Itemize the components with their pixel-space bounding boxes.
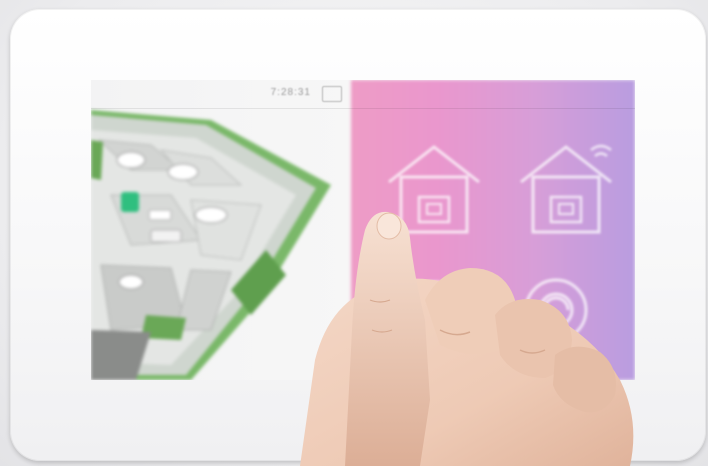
floorplan-3d-view: [91, 110, 331, 380]
home-wifi-icon[interactable]: [511, 132, 621, 242]
touch-screen[interactable]: 7:28:31: [91, 80, 635, 380]
settings-icon[interactable]: [511, 265, 621, 375]
clock-label: 7:28:31: [270, 87, 311, 98]
status-icon: [322, 86, 342, 102]
status-bar: 7:28:31: [91, 80, 635, 109]
home-icon[interactable]: [379, 132, 489, 242]
photo-scene: 7:28:31: [0, 0, 708, 466]
power-icon[interactable]: [379, 265, 489, 375]
floorplan-panel: [91, 80, 353, 380]
